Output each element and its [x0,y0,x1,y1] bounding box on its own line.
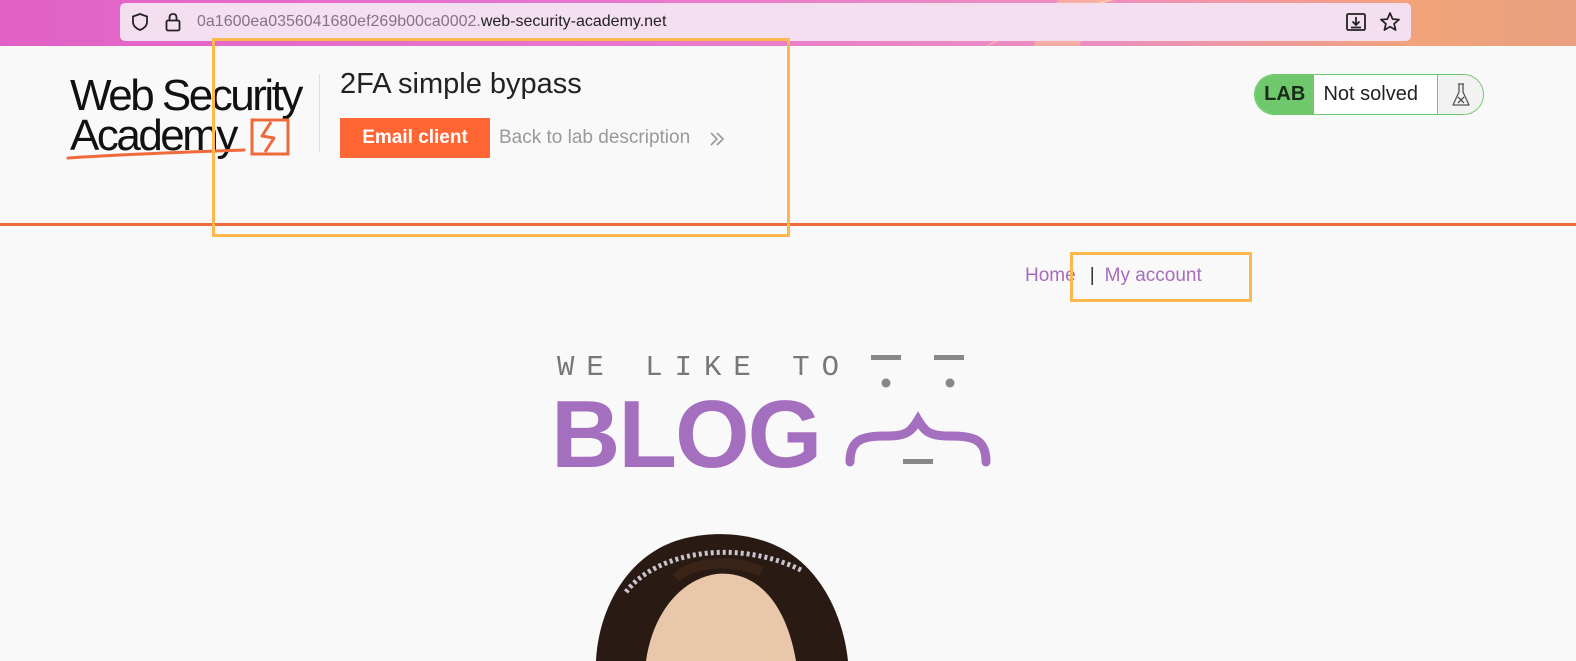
star-icon[interactable] [1379,11,1401,33]
double-chevron-right-icon[interactable] [708,130,726,148]
lab-status-badge: LAB Not solved [1254,74,1484,115]
header-divider [319,74,320,152]
lab-status-text: Not solved [1323,83,1418,105]
blog-nav: Home | My account [1025,265,1202,287]
blog-hero-photo [596,534,848,661]
address-bar[interactable]: 0a1600ea0356041680ef269b00ca0002.web-sec… [120,3,1411,41]
url-domain: web-security-academy.net [480,13,667,30]
logo-lightning-icon [66,118,290,160]
header-orange-rule [0,223,1576,226]
web-security-academy-logo[interactable]: Web Security Academy [66,72,318,164]
lab-tag: LAB [1255,75,1315,114]
nav-my-account-link[interactable]: My account [1105,265,1202,286]
browser-toolbar: 0a1600ea0356041680ef269b00ca0002.web-sec… [0,0,1576,46]
lock-icon[interactable] [164,12,182,32]
lab-title: 2FA simple bypass [340,68,582,100]
url-text[interactable]: 0a1600ea0356041680ef269b00ca0002.web-sec… [197,13,666,31]
flask-icon [1437,75,1483,114]
shield-icon[interactable] [130,12,150,32]
download-icon[interactable] [1345,11,1367,33]
academy-header: Web Security Academy 2FA simple bypass E… [0,46,1576,224]
email-client-button[interactable]: Email client [340,118,490,158]
url-subdomain: 0a1600ea0356041680ef269b00ca0002. [197,13,481,30]
back-to-lab-description-link[interactable]: Back to lab description [499,127,690,149]
banner-blog-word: BLOG [551,381,822,488]
nav-home-link[interactable]: Home [1025,265,1076,286]
blog-face-icon [845,355,991,467]
nav-separator: | [1089,265,1095,286]
